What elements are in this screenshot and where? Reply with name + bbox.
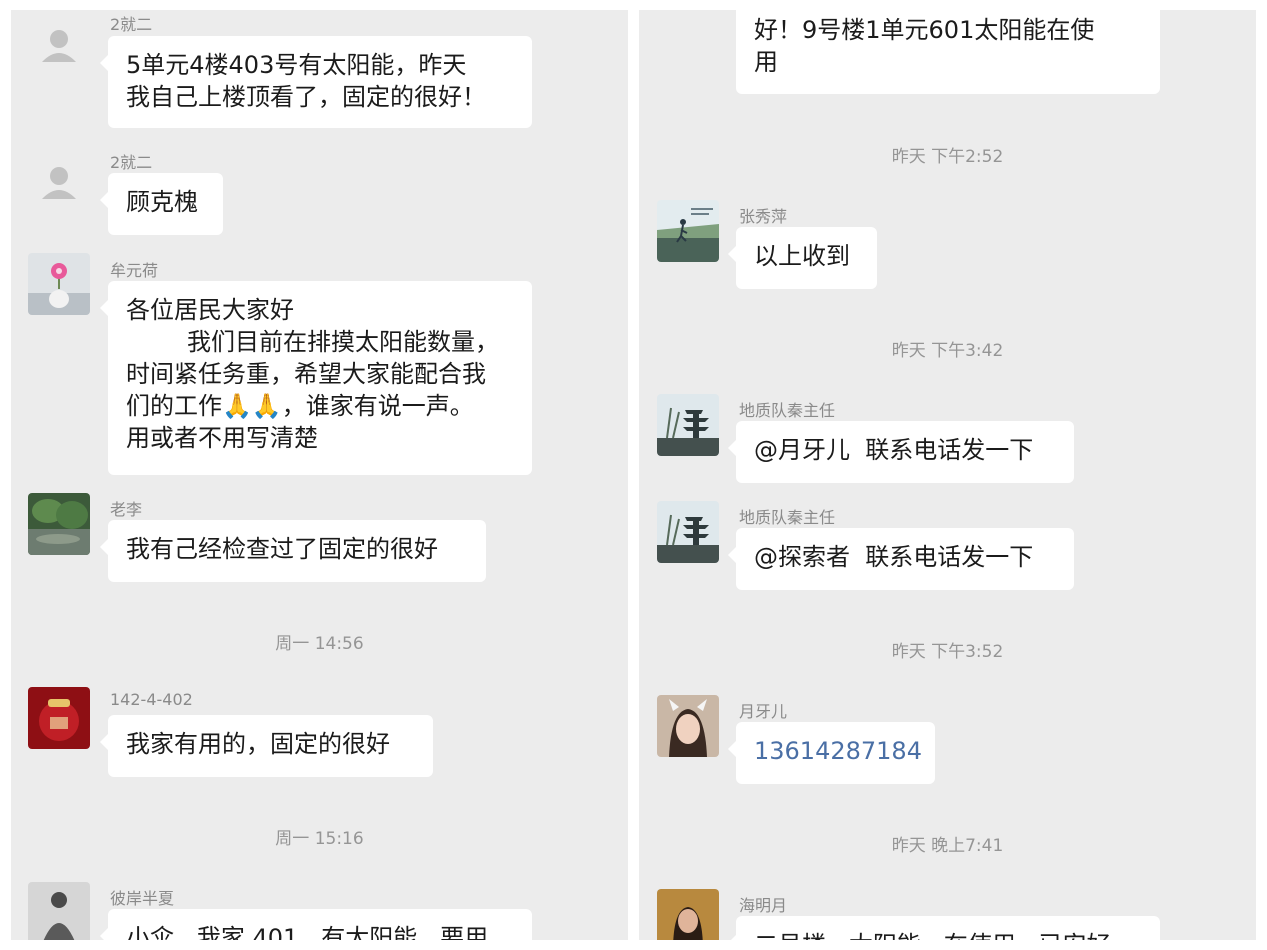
sender-name: 牟元荷	[110, 261, 159, 280]
flower-avatar-icon[interactable]	[28, 253, 90, 315]
timestamp: 昨天 下午3:42	[891, 341, 1004, 361]
default-avatar-icon[interactable]	[28, 153, 90, 215]
sender-name: 地质队秦主任	[739, 508, 836, 527]
red-gift-avatar-icon[interactable]	[28, 687, 90, 749]
message-bubble[interactable]: @月牙儿 联系电话发一下	[728, 421, 1074, 483]
message-bubble[interactable]: 顾克槐	[100, 173, 223, 235]
landscape-avatar-icon[interactable]	[28, 493, 90, 555]
sender-name: 海明月	[739, 896, 788, 915]
message-bubble[interactable]: 以上收到	[728, 227, 877, 289]
timestamp: 周一 14:56	[275, 634, 364, 654]
message-bubble[interactable]: 我有己经检查过了固定的很好	[100, 520, 486, 582]
phone-number-link[interactable]: 13614287184	[728, 722, 935, 784]
chat-panel-right[interactable]: 好！9号楼1单元601太阳能在使 用 昨天 下午2:52 张秀萍 以上收到 昨天…	[639, 10, 1256, 940]
sender-name: 地质队秦主任	[739, 401, 836, 420]
pagoda-avatar-icon[interactable]	[657, 501, 719, 563]
timestamp: 昨天 下午3:52	[891, 642, 1004, 662]
timestamp: 昨天 晚上7:41	[891, 836, 1004, 856]
pagoda-avatar-icon[interactable]	[657, 394, 719, 456]
message-bubble[interactable]: 好！9号楼1单元601太阳能在使 用	[736, 10, 1160, 94]
message-bubble[interactable]: 我家有用的，固定的很好	[100, 715, 433, 777]
sender-name: 2就二	[110, 153, 153, 172]
sender-name: 142-4-402	[110, 690, 193, 709]
sender-name: 月牙儿	[739, 702, 788, 721]
message-bubble[interactable]: 二号楼 太阳能 在使用 已安好	[728, 916, 1160, 940]
chat-panel-left[interactable]: 2就二 5单元4楼403号有太阳能，昨天 我自己上楼顶看了，固定的很好！ 2就二…	[11, 10, 628, 940]
woman-avatar-icon[interactable]	[657, 889, 719, 940]
timestamp: 周一 15:16	[275, 829, 364, 849]
bw-photo-avatar-icon[interactable]	[28, 882, 90, 940]
message-bubble[interactable]: 各位居民大家好 我们目前在排摸太阳能数量， 时间紧任务重，希望大家能配合我 们的…	[100, 281, 532, 475]
message-bubble[interactable]: 5单元4楼403号有太阳能，昨天 我自己上楼顶看了，固定的很好！	[100, 36, 532, 128]
sender-name: 老李	[110, 500, 143, 519]
message-bubble[interactable]: @探索者 联系电话发一下	[728, 528, 1074, 590]
sender-name: 彼岸半夏	[110, 889, 175, 908]
runner-avatar-icon[interactable]	[657, 200, 719, 262]
sender-name: 2就二	[110, 15, 153, 34]
message-bubble[interactable]: 小伞 我家 401 有太阳能 要用	[100, 909, 532, 940]
girl-avatar-icon[interactable]	[657, 695, 719, 757]
timestamp: 昨天 下午2:52	[891, 147, 1004, 167]
default-avatar-icon[interactable]	[28, 16, 90, 78]
sender-name: 张秀萍	[739, 207, 788, 226]
